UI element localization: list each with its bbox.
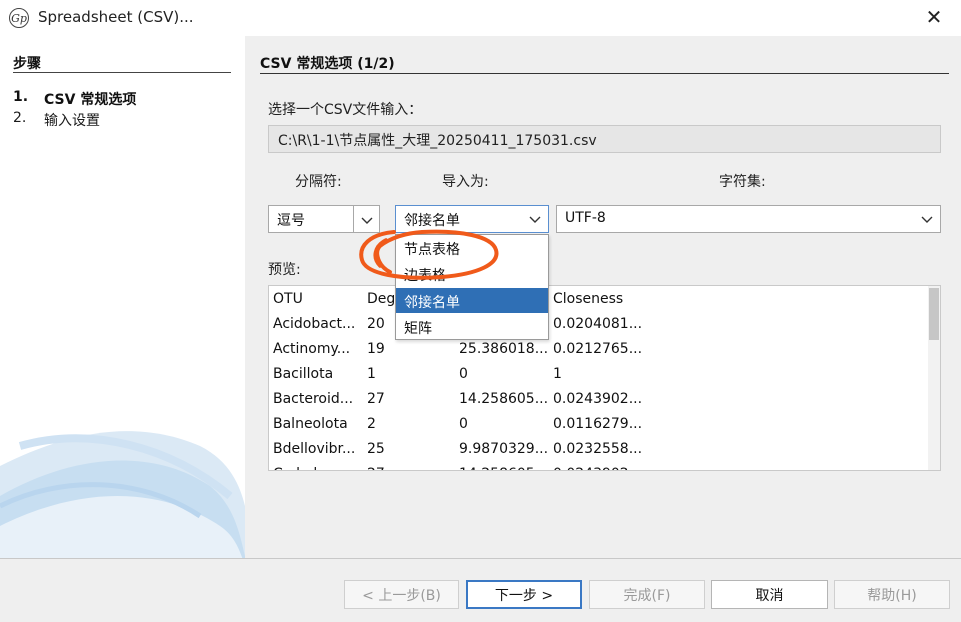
step-1: 1. CSV 常规选项 bbox=[13, 89, 136, 109]
options-pane: CSV 常规选项 (1/2) 选择一个CSV文件输入： C:\R\1-1\节点属… bbox=[245, 36, 961, 558]
steps-title: 步骤 bbox=[13, 56, 41, 72]
preview-cell: 2 bbox=[367, 416, 376, 432]
preview-cell: Bacillota bbox=[273, 366, 334, 382]
step-2: 2. 输入设置 bbox=[13, 110, 100, 130]
preview-cell: Acidobact... bbox=[273, 316, 356, 332]
cancel-button[interactable]: 取消 bbox=[711, 580, 828, 609]
dropdown-option[interactable]: 邻接名单 bbox=[396, 288, 548, 313]
steps-pane: 步骤 1. CSV 常规选项 2. 输入设置 bbox=[0, 36, 245, 558]
preview-label: 预览: bbox=[268, 262, 301, 278]
dropdown-option[interactable]: 边表格 bbox=[396, 261, 548, 286]
step-label: CSV 常规选项 bbox=[44, 92, 137, 108]
import-as-dropdown-list: 节点表格 边表格 邻接名单 矩阵 bbox=[395, 234, 549, 340]
separator-dropdown-button[interactable] bbox=[353, 205, 380, 233]
preview-cell: 1 bbox=[553, 366, 562, 382]
window-title: Spreadsheet (CSV)... bbox=[38, 8, 194, 26]
preview-cell: Bacteroid... bbox=[273, 391, 354, 407]
import-as-label: 导入为: bbox=[442, 174, 489, 190]
preview-cell: 0 bbox=[459, 416, 468, 432]
finish-button[interactable]: 完成(F) bbox=[589, 580, 705, 609]
separator-select[interactable]: 逗号 bbox=[268, 205, 354, 233]
file-label: 选择一个CSV文件输入： bbox=[268, 102, 423, 118]
chevron-down-icon bbox=[361, 217, 373, 224]
steps-divider bbox=[13, 72, 231, 73]
preview-header-cell: OTU bbox=[273, 291, 303, 307]
preview-cell: 25 bbox=[367, 441, 385, 457]
decorative-wave bbox=[0, 431, 245, 558]
preview-cell: 14.258605... bbox=[459, 466, 551, 470]
file-path-field[interactable]: C:\R\1-1\节点属性_大理_20250411_175031.csv bbox=[268, 125, 941, 153]
help-button[interactable]: 帮助(H) bbox=[834, 580, 950, 609]
step-number: 2. bbox=[13, 110, 27, 126]
preview-cell: 0.0232558... bbox=[553, 441, 643, 457]
step-label: 输入设置 bbox=[44, 113, 100, 129]
chevron-down-icon bbox=[529, 216, 541, 223]
preview-table[interactable]: OTU Deg Closeness Acidobact... 20 0.0204081..… bbox=[268, 285, 941, 471]
preview-cell: 9.9870329... bbox=[459, 441, 549, 457]
gephi-logo-icon: Gp bbox=[9, 8, 29, 28]
preview-cell: 0.0116279... bbox=[553, 416, 643, 432]
charset-select[interactable]: UTF-8 bbox=[556, 205, 941, 233]
next-button[interactable]: 下一步 > bbox=[466, 580, 582, 609]
preview-scrollbar[interactable] bbox=[928, 286, 940, 470]
preview-cell: 14.258605... bbox=[459, 391, 549, 407]
dropdown-option[interactable]: 矩阵 bbox=[396, 314, 548, 339]
separator-value: 逗号 bbox=[277, 213, 305, 229]
preview-cell: C...l...l... bbox=[273, 466, 363, 470]
preview-cell: Bdellovibr... bbox=[273, 441, 356, 457]
preview-cell: 0 bbox=[459, 366, 468, 382]
prev-button[interactable]: < 上一步(B) bbox=[344, 580, 459, 609]
preview-cell: 0.0243902... bbox=[553, 391, 643, 407]
button-bar: < 上一步(B) 下一步 > 完成(F) 取消 帮助(H) bbox=[0, 558, 961, 622]
preview-cell: 27 bbox=[367, 466, 455, 470]
preview-cell: 25.386018... bbox=[459, 341, 549, 357]
charset-value: UTF-8 bbox=[565, 210, 606, 226]
charset-label: 字符集: bbox=[719, 174, 766, 190]
preview-cell: 27 bbox=[367, 391, 385, 407]
import-as-value: 邻接名单 bbox=[404, 213, 460, 229]
title-bar: Gp Spreadsheet (CSV)... ✕ bbox=[0, 0, 961, 36]
section-divider bbox=[260, 73, 949, 74]
section-title: CSV 常规选项 (1/2) bbox=[260, 56, 395, 72]
preview-cell: 0.0212765... bbox=[553, 341, 643, 357]
preview-cell: Actinomy... bbox=[273, 341, 351, 357]
dropdown-option[interactable]: 节点表格 bbox=[396, 235, 548, 260]
close-icon[interactable]: ✕ bbox=[914, 0, 954, 34]
preview-cell: 1 bbox=[367, 366, 376, 382]
preview-cell: 0.0204081... bbox=[553, 316, 643, 332]
preview-header-cell: Closeness bbox=[553, 291, 624, 307]
step-number: 1. bbox=[13, 89, 29, 105]
preview-cell: 0.0243902... bbox=[553, 466, 663, 470]
scroll-thumb[interactable] bbox=[929, 288, 939, 340]
separator-label: 分隔符: bbox=[295, 174, 342, 190]
preview-cell: 19 bbox=[367, 341, 385, 357]
preview-cell: Balneolota bbox=[273, 416, 348, 432]
chevron-down-icon bbox=[921, 216, 933, 223]
import-as-select[interactable]: 邻接名单 bbox=[395, 205, 549, 233]
